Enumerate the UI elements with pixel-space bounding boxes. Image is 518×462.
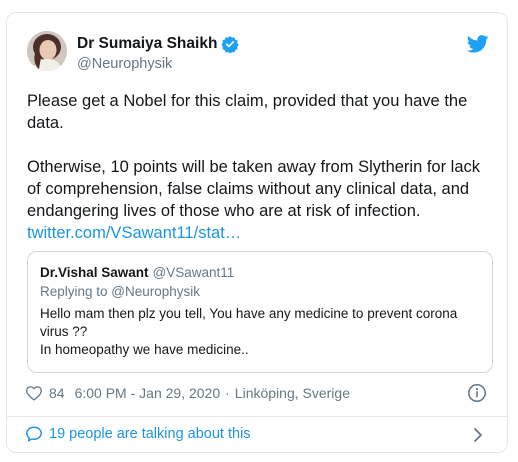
tweet-card: Dr Sumaiya Shaikh @Neurophysik Please ge…: [6, 12, 508, 453]
tweet-paragraph-2: Otherwise, 10 points will be taken away …: [27, 158, 481, 220]
verified-badge-icon: [221, 35, 240, 54]
twitter-bird-icon[interactable]: [466, 35, 489, 53]
quoted-text-line-1: Hello mam then plz you tell, You have an…: [40, 306, 458, 339]
author-display-name[interactable]: Dr Sumaiya Shaikh: [77, 35, 217, 53]
tweet-text: Please get a Nobel for this claim, provi…: [27, 90, 497, 244]
talking-about-link[interactable]: 19 people are talking about this: [25, 425, 251, 443]
quoted-tweet[interactable]: Dr.Vishal Sawant @VSawant11 Replying to …: [27, 251, 493, 373]
author-name-row[interactable]: Dr Sumaiya Shaikh: [77, 35, 240, 54]
quoted-text: Hello mam then plz you tell, You have an…: [40, 305, 480, 359]
quoted-author-row: Dr.Vishal Sawant @VSawant11: [40, 265, 234, 280]
quoted-replying-to: Replying to @Neurophysik: [40, 284, 201, 299]
tweet-timestamp[interactable]: 6:00 PM - Jan 29, 2020: [75, 385, 221, 401]
tweet-meta: 84 6:00 PM - Jan 29, 2020 · Linköping, S…: [25, 385, 350, 401]
quoted-author-handle: @VSawant11: [152, 265, 235, 280]
talking-about-label[interactable]: 19 people are talking about this: [49, 426, 251, 442]
tweet-link[interactable]: twitter.com/VSawant11/stat…: [27, 222, 241, 244]
heart-icon[interactable]: [25, 385, 43, 401]
chevron-right-icon[interactable]: [471, 427, 485, 443]
speech-bubble-icon: [25, 425, 43, 443]
tweet-paragraph-1: Please get a Nobel for this claim, provi…: [27, 92, 468, 132]
quoted-author-name: Dr.Vishal Sawant: [40, 265, 149, 280]
info-icon[interactable]: [467, 383, 487, 403]
like-count[interactable]: 84: [49, 385, 65, 401]
quoted-text-line-2: In homeopathy we have medicine..: [40, 342, 249, 357]
meta-separator: ·: [225, 385, 230, 401]
footer-divider: [7, 416, 507, 417]
avatar[interactable]: [27, 31, 67, 71]
author-handle[interactable]: @Neurophysik: [77, 56, 172, 72]
tweet-location[interactable]: Linköping, Sverige: [235, 385, 350, 401]
